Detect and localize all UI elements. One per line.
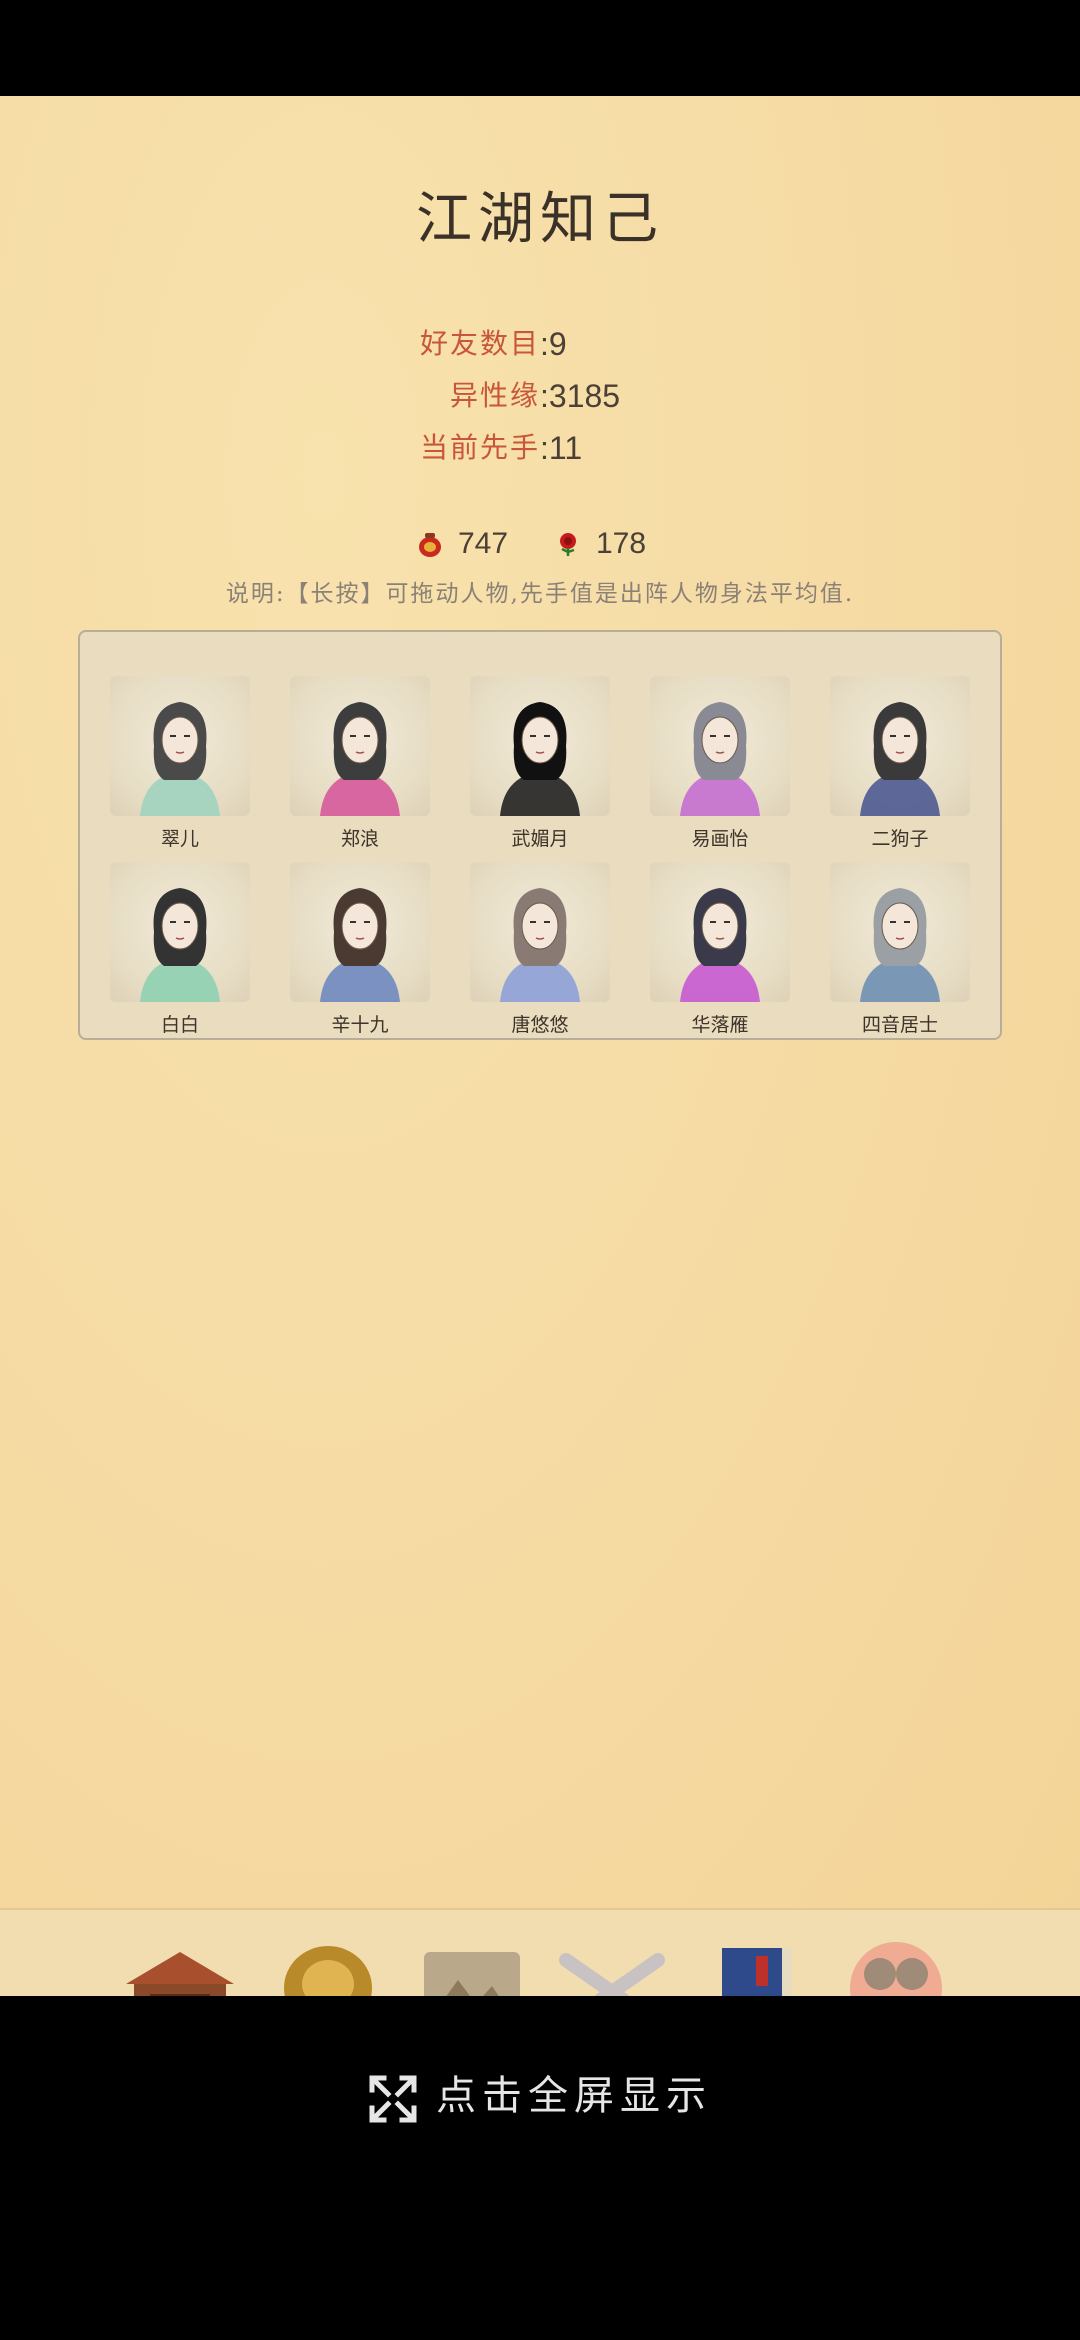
companion-card[interactable]: 易画怡 [650, 676, 790, 856]
companion-name: 华落雁 [691, 1014, 749, 1036]
portrait-siyinjushi-icon [860, 888, 940, 1002]
companion-name: 二狗子 [871, 828, 929, 850]
companions-icon [850, 1942, 942, 1996]
crossed-swords-icon [559, 1953, 665, 1996]
armor-icon [284, 1946, 372, 1996]
rose-icon [560, 533, 576, 556]
portrait-hualuoyan-icon [680, 888, 760, 1002]
portrait-wumeiyue-icon [500, 702, 580, 816]
companion-name: 郑浪 [340, 828, 379, 850]
wine-count: 747 [458, 527, 509, 560]
book-icon [722, 1948, 792, 1996]
companion-card[interactable]: 华落雁 [650, 862, 790, 1042]
companion-portrait [830, 862, 970, 1002]
companion-portrait [110, 676, 250, 816]
companion-name: 易画怡 [691, 828, 749, 850]
portrait-tangyouyou-icon [500, 888, 580, 1002]
companion-card[interactable]: 翠儿 [110, 676, 250, 856]
stat-label: 好友数目 [419, 327, 540, 360]
companion-card[interactable]: 四音居士 [830, 862, 970, 1042]
nav-item[interactable]: 首页 [120, 1940, 240, 1996]
companion-card[interactable]: 二狗子 [830, 676, 970, 856]
nav-item[interactable]: 江湖 [412, 1940, 532, 1996]
stat-initiative: 当前先手 :11 [0, 426, 1080, 470]
nav-item[interactable]: 伙伴 [836, 1940, 956, 1996]
companion-portrait [830, 676, 970, 816]
fullscreen-button[interactable]: 点击全屏显示 [0, 2066, 1080, 2126]
stat-value: :11 [540, 430, 583, 466]
companion-card[interactable]: 唐悠悠 [470, 862, 610, 1042]
portrait-yihuayi-icon [680, 702, 760, 816]
stat-charm: 异性缘 :3185 [0, 374, 1080, 418]
companion-name: 四音居士 [861, 1014, 938, 1036]
stat-label: 当前先手 [419, 431, 540, 464]
nav-item[interactable]: 武功 [696, 1940, 816, 1996]
stat-label: 异性缘 [449, 379, 540, 412]
bottom-nav: 首页装备江湖闯关武功伙伴 [0, 1908, 1080, 1996]
portrait-zhenglang-icon [320, 702, 400, 816]
companion-portrait [290, 676, 430, 816]
companion-name: 唐悠悠 [511, 1014, 569, 1036]
companion-portrait [290, 862, 430, 1002]
companion-name: 翠儿 [160, 828, 199, 850]
companion-portrait [110, 862, 250, 1002]
rose-count: 178 [596, 527, 647, 560]
nav-item[interactable]: 装备 [268, 1940, 388, 1996]
companion-portrait [650, 862, 790, 1002]
companion-portrait [470, 676, 610, 816]
stat-value: :9 [540, 326, 567, 362]
stat-value: :3185 [540, 378, 621, 414]
house-icon [126, 1952, 234, 1996]
companion-name: 白白 [160, 1014, 199, 1036]
companion-card[interactable]: 武媚月 [470, 676, 610, 856]
companion-card[interactable]: 郑浪 [290, 676, 430, 856]
companion-name: 辛十九 [331, 1014, 389, 1036]
companions-page: 江湖知己 好友数目 :9 异性缘 :3185 当前先手 :11 747 178 … [0, 96, 1080, 1996]
scroll-map-icon [424, 1952, 520, 1996]
status-bar [0, 0, 1080, 96]
nav-item[interactable]: 闯关 [552, 1940, 672, 1996]
companion-card[interactable]: 白白 [110, 862, 250, 1042]
portrait-cuier-icon [140, 702, 220, 816]
fullscreen-label: 点击全屏显示 [436, 2073, 712, 2119]
companion-grid: 翠儿 郑浪 武媚月 易画怡 二狗子白白 辛十九 唐悠悠 华落雁 四音居士 [78, 630, 1002, 1040]
companion-portrait [650, 676, 790, 816]
companion-name: 武媚月 [511, 828, 569, 850]
page-title: 江湖知己 [416, 187, 664, 252]
portrait-ergouzi-icon [860, 702, 940, 816]
companion-card[interactable]: 辛十九 [290, 862, 430, 1042]
expand-icon [369, 2075, 417, 2123]
wine-jar-icon [419, 533, 441, 557]
companion-portrait [470, 862, 610, 1002]
usage-note: 说明:【长按】可拖动人物,先手值是出阵人物身法平均值. [225, 581, 855, 607]
portrait-xinshijiu-icon [320, 888, 400, 1002]
stat-friend-count: 好友数目 :9 [0, 322, 1080, 366]
portrait-baibai-icon [140, 888, 220, 1002]
